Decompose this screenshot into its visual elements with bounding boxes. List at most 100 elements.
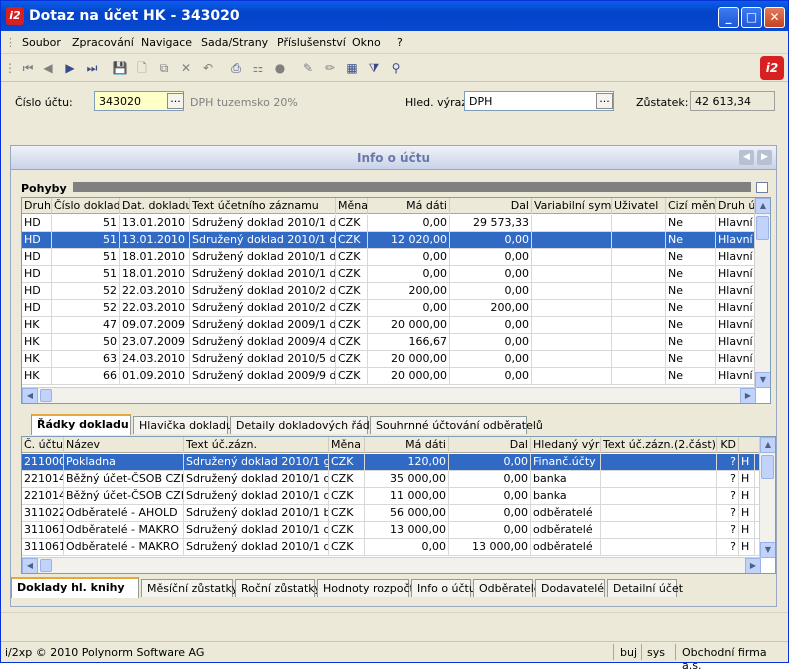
next-record-icon[interactable]: ▶ xyxy=(61,59,79,77)
title-bar[interactable]: i2 Dotaz na účet HK - 343020 _ □ ✕ xyxy=(1,1,788,31)
minimize-button[interactable]: _ xyxy=(718,7,739,28)
column-header[interactable]: Text úč.zázn.(2.část) xyxy=(601,437,717,453)
table-row[interactable]: 211000 Pokladna Sdružený doklad 2010/1 gyu… xyxy=(22,454,759,471)
filter-icon[interactable]: ⧩ xyxy=(365,59,383,77)
menu-help[interactable]: ? xyxy=(397,36,403,49)
column-header[interactable]: Text účetního záznamu xyxy=(190,198,336,214)
column-header[interactable]: Druh úč xyxy=(716,198,756,214)
menu-prislusenstvi[interactable]: Příslušenství xyxy=(277,36,346,49)
table-row[interactable]: HK 66 01.09.2010 Sdružený doklad 2009/9 dn C… xyxy=(22,368,756,385)
horizontal-scrollbar[interactable]: ◀ ▶ xyxy=(22,557,761,573)
pencil-icon[interactable]: ✏ xyxy=(321,59,339,77)
column-header[interactable]: Měna xyxy=(329,437,365,453)
print-icon[interactable]: ⎙ xyxy=(227,59,245,77)
tab-3[interactable]: Souhrnné účtování odběratelů xyxy=(370,416,543,434)
table-icon[interactable]: ▦ xyxy=(343,59,361,77)
scroll-thumb[interactable] xyxy=(756,216,769,240)
column-header[interactable]: Číslo dokladu xyxy=(52,198,120,214)
tab-0[interactable]: Doklady hl. knihy xyxy=(11,577,139,598)
first-record-icon[interactable]: ⏮ xyxy=(19,59,37,77)
tab-4[interactable]: Info o účtu xyxy=(411,579,476,597)
column-header[interactable]: Hledaný výraz xyxy=(531,437,601,453)
scroll-down-icon[interactable]: ▼ xyxy=(760,542,775,558)
account-lookup-button[interactable]: ... xyxy=(167,93,184,109)
scroll-up-icon[interactable]: ▲ xyxy=(755,198,770,214)
scroll-thumb[interactable] xyxy=(761,455,774,479)
new-document-icon[interactable]: 🗋 xyxy=(133,59,151,77)
maximize-button[interactable]: □ xyxy=(741,7,762,28)
grid-settings-icon[interactable] xyxy=(756,182,768,193)
table-row[interactable]: 311061 Odběratelé - MAKRO Sdružený doklad … xyxy=(22,522,759,539)
document-lines-grid[interactable]: Č. účtu Název Text úč.zázn. Měna Má dáti Dal H… xyxy=(21,436,776,574)
column-header[interactable]: Variabilní symb. xyxy=(532,198,612,214)
stop-icon[interactable]: ● xyxy=(271,59,289,77)
column-header[interactable]: Dal xyxy=(450,198,532,214)
menu-sada-strany[interactable]: Sada/Strany xyxy=(201,36,268,49)
column-header[interactable]: Dat. dokladu xyxy=(120,198,190,214)
menu-okno[interactable]: Okno xyxy=(352,36,381,49)
table-row[interactable]: HD 51 18.01.2010 Sdružený doklad 2010/1 dn C… xyxy=(22,266,756,283)
column-header[interactable]: Měna xyxy=(336,198,368,214)
table-row[interactable]: HD 51 13.01.2010 Sdružený doklad 2010/1 dn C… xyxy=(22,232,756,249)
last-record-icon[interactable]: ⏭ xyxy=(83,59,101,77)
menu-soubor[interactable]: Soubor xyxy=(22,36,61,49)
scroll-left-icon[interactable]: ◀ xyxy=(22,558,38,573)
undo-icon[interactable]: ↶ xyxy=(199,59,217,77)
column-header[interactable]: Druh xyxy=(22,198,52,214)
save-icon[interactable]: 💾 xyxy=(111,59,129,77)
table-row[interactable]: HD 51 18.01.2010 Sdružený doklad 2010/1 dn C… xyxy=(22,249,756,266)
close-button[interactable]: ✕ xyxy=(764,7,785,28)
column-header[interactable]: Cizí měna xyxy=(666,198,716,214)
table-row[interactable]: HD 52 22.03.2010 Sdružený doklad 2010/2 dn C… xyxy=(22,283,756,300)
search-icon[interactable]: ⚲ xyxy=(387,59,405,77)
tab-1[interactable]: Měsíční zůstatky xyxy=(141,579,238,597)
tab-7[interactable]: Detailní účet xyxy=(607,579,683,597)
table-row[interactable]: 221014 Běžný účet-ČSOB CZK Sdružený doklad… xyxy=(22,471,759,488)
column-header[interactable]: Název xyxy=(64,437,184,453)
search-input[interactable]: DPH xyxy=(464,91,614,111)
panel-next-icon[interactable]: ▶ xyxy=(757,150,772,165)
vertical-scrollbar[interactable]: ▲ ▼ xyxy=(759,437,775,558)
tab-6[interactable]: Dodavatelé xyxy=(535,579,605,597)
column-header[interactable]: Má dáti xyxy=(365,437,449,453)
menu-navigace[interactable]: Navigace xyxy=(141,36,192,49)
table-row[interactable]: HK 47 09.07.2009 Sdružený doklad 2009/1 dn C… xyxy=(22,317,756,334)
tab-5[interactable]: Odběratelé xyxy=(473,579,541,597)
scroll-down-icon[interactable]: ▼ xyxy=(755,372,770,388)
structure-icon[interactable]: ⚏ xyxy=(249,59,267,77)
previous-record-icon[interactable]: ◀ xyxy=(39,59,57,77)
menu-zpracovani[interactable]: Zpracování xyxy=(72,36,134,49)
scroll-right-icon[interactable]: ▶ xyxy=(740,388,756,403)
horizontal-scrollbar[interactable]: ◀ ▶ xyxy=(22,387,756,403)
delete-icon[interactable]: ✕ xyxy=(177,59,195,77)
scroll-thumb[interactable] xyxy=(40,389,52,402)
tab-3[interactable]: Hodnoty rozpočtu xyxy=(317,579,421,597)
column-header[interactable]: Uživatel xyxy=(612,198,666,214)
copy-icon[interactable]: ⧉ xyxy=(155,59,173,77)
scroll-up-icon[interactable]: ▲ xyxy=(760,437,775,453)
column-header[interactable]: Má dáti xyxy=(368,198,450,214)
table-row[interactable]: 311061 Odběratelé - MAKRO Sdružený doklad … xyxy=(22,539,759,556)
scroll-thumb[interactable] xyxy=(40,559,52,572)
table-row[interactable]: 221014 Běžný účet-ČSOB CZK Sdružený doklad… xyxy=(22,488,759,505)
search-lookup-button[interactable]: ... xyxy=(596,93,613,109)
tab-2[interactable]: Detaily dokladových řádků xyxy=(230,416,383,434)
tab-0[interactable]: Řádky dokladu xyxy=(31,414,131,435)
column-header[interactable]: Č. účtu xyxy=(22,437,64,453)
tab-2[interactable]: Roční zůstatky xyxy=(235,579,321,597)
vertical-scrollbar[interactable]: ▲ ▼ xyxy=(754,198,770,388)
column-header[interactable]: Dal xyxy=(449,437,531,453)
tab-1[interactable]: Hlavička dokladu xyxy=(133,416,233,434)
column-header[interactable]: Text úč.zázn. xyxy=(184,437,329,453)
scroll-left-icon[interactable]: ◀ xyxy=(22,388,38,403)
panel-prev-icon[interactable]: ◀ xyxy=(739,150,754,165)
table-row[interactable]: 311022 Odběratelé - AHOLD Sdružený doklad … xyxy=(22,505,759,522)
scroll-right-icon[interactable]: ▶ xyxy=(745,558,761,573)
column-header[interactable]: KD xyxy=(717,437,739,453)
movements-grid[interactable]: DruhČíslo dokladuDat. dokladuText účetní… xyxy=(21,197,771,404)
table-row[interactable]: HD 51 13.01.2010 Sdružený doklad 2010/1 dn C… xyxy=(22,215,756,232)
table-row[interactable]: HK 50 23.07.2009 Sdružený doklad 2009/4 dn C… xyxy=(22,334,756,351)
edit-icon[interactable]: ✎ xyxy=(299,59,317,77)
table-row[interactable]: HK 63 24.03.2010 Sdružený doklad 2010/5 dn C… xyxy=(22,351,756,368)
table-row[interactable]: HD 52 22.03.2010 Sdružený doklad 2010/2 dn C… xyxy=(22,300,756,317)
